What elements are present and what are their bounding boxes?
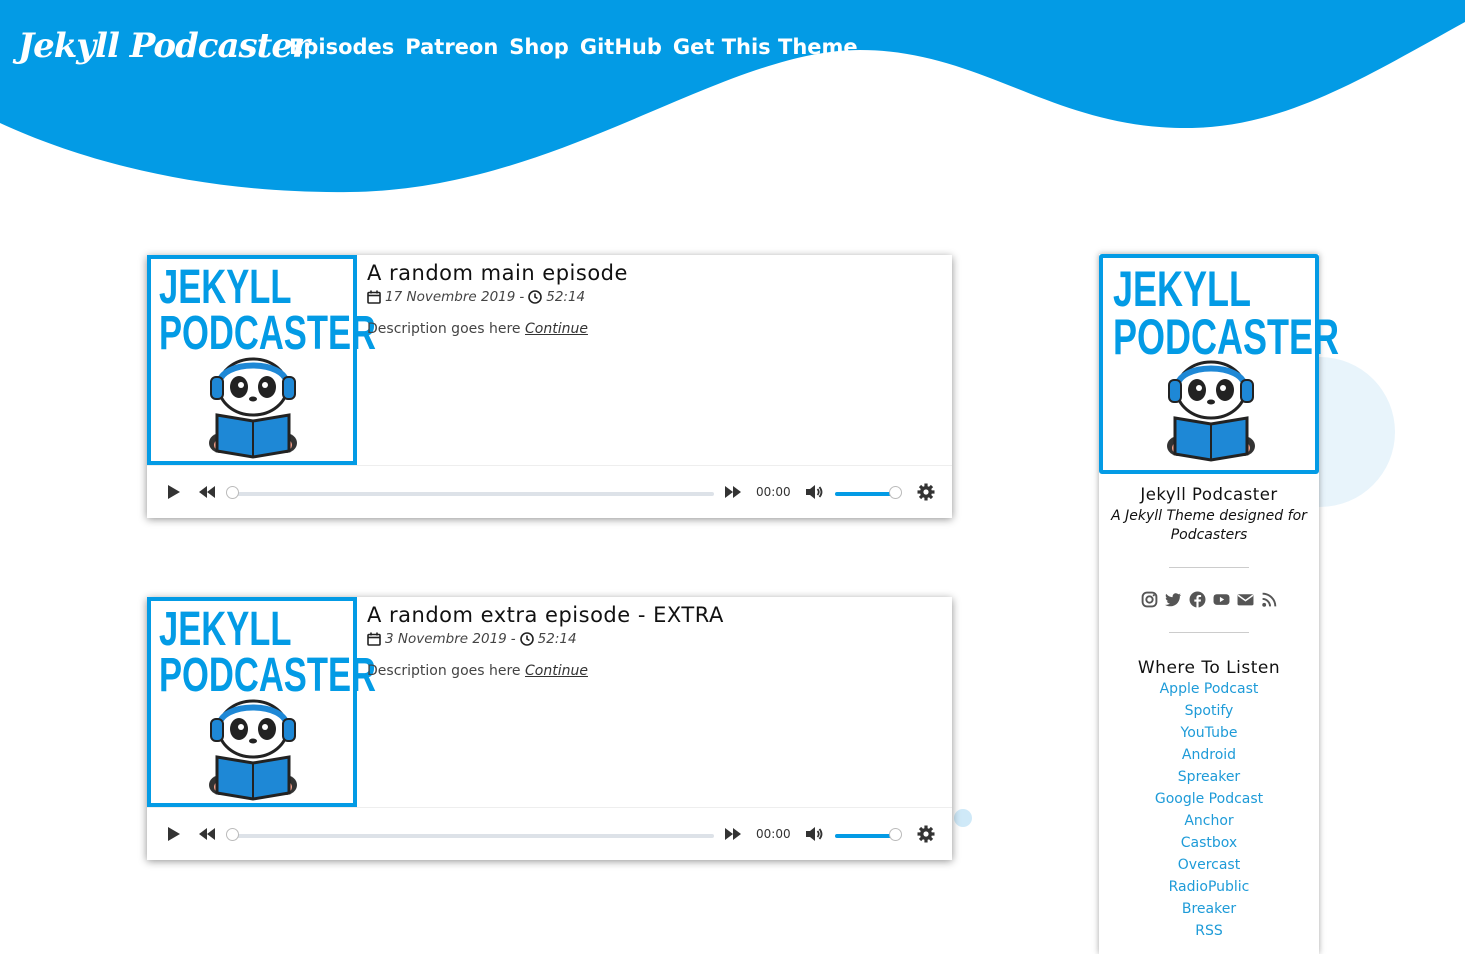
episode-title[interactable]: A random extra episode - EXTRA (367, 603, 942, 627)
fast-forward-icon[interactable] (723, 824, 743, 844)
nav-shop[interactable]: Shop (509, 35, 569, 59)
seek-bar[interactable] (226, 486, 714, 499)
listen-link-google-podcast[interactable]: Google Podcast (1099, 790, 1319, 812)
episode-duration: 52:14 (537, 631, 577, 647)
volume-icon[interactable] (804, 824, 824, 844)
podcast-name: Jekyll Podcaster (1140, 485, 1278, 504)
decorative-dot (954, 809, 972, 827)
episode-card: JEKYLL PODCASTER A random main episode 1… (147, 255, 952, 518)
settings-gear-icon[interactable] (916, 482, 936, 502)
panda-mascot-icon (1167, 360, 1255, 462)
rewind-icon[interactable] (197, 482, 217, 502)
calendar-icon (367, 632, 381, 646)
divider (1169, 567, 1249, 568)
episode-title[interactable]: A random main episode (367, 261, 942, 285)
current-time: 00:00 (756, 485, 791, 499)
meta-separator: - (510, 631, 516, 647)
episode-meta: 17 Novembre 2019 - 52:14 (367, 289, 942, 305)
clock-icon (528, 290, 543, 304)
where-to-listen-heading: Where To Listen (1137, 658, 1281, 678)
divider (1169, 632, 1249, 633)
listen-link-breaker[interactable]: Breaker (1099, 900, 1319, 922)
meta-separator: - (519, 289, 525, 305)
nav-get-theme[interactable]: Get This Theme (673, 35, 858, 59)
volume-icon[interactable] (804, 482, 824, 502)
volume-slider[interactable] (835, 486, 902, 499)
main-nav: Episodes Patreon Shop GitHub Get This Th… (289, 35, 858, 59)
episode-description-text: Description goes here (367, 663, 521, 679)
rss-icon[interactable] (1261, 591, 1278, 608)
seek-handle[interactable] (226, 828, 239, 841)
listen-link-spotify[interactable]: Spotify (1099, 702, 1319, 724)
listen-link-castbox[interactable]: Castbox (1099, 834, 1319, 856)
email-icon[interactable] (1237, 591, 1254, 608)
cover-text-line2: PODCASTER (1113, 308, 1340, 365)
clock-icon (519, 632, 534, 646)
podcast-cover-art: JEKYLL PODCASTER (1099, 254, 1339, 474)
twitter-icon[interactable] (1164, 591, 1182, 608)
listen-link-android[interactable]: Android (1099, 746, 1319, 768)
sidebar: JEKYLL PODCASTER Jekyll Podcaster A Jeky… (1099, 254, 1339, 954)
podcast-tagline: A Jekyll Theme designed for Podcasters (1111, 508, 1307, 543)
calendar-icon (367, 290, 381, 304)
listen-link-overcast[interactable]: Overcast (1099, 856, 1319, 878)
panda-mascot-icon (209, 699, 297, 801)
volume-handle[interactable] (889, 828, 902, 841)
episode-cover-art[interactable]: JEKYLL PODCASTER (147, 597, 376, 807)
listen-link-radiopublic[interactable]: RadioPublic (1099, 878, 1319, 900)
panda-mascot-icon (209, 357, 297, 459)
play-icon[interactable] (163, 482, 183, 502)
play-icon[interactable] (163, 824, 183, 844)
volume-slider[interactable] (835, 828, 902, 841)
episode-description: Description goes here Continue (367, 321, 942, 337)
current-time: 00:00 (756, 827, 791, 841)
episode-cover-art[interactable]: JEKYLL PODCASTER (147, 255, 376, 465)
social-links (1099, 591, 1319, 608)
nav-patreon[interactable]: Patreon (405, 35, 498, 59)
youtube-icon[interactable] (1213, 591, 1230, 608)
episode-duration: 52:14 (546, 289, 586, 305)
cover-text-line2: PODCASTER (159, 648, 376, 702)
continue-link[interactable]: Continue (525, 321, 588, 337)
episode-date: 17 Novembre 2019 (385, 289, 516, 305)
episode-card: JEKYLL PODCASTER A random extra episode … (147, 597, 952, 860)
continue-link[interactable]: Continue (525, 663, 588, 679)
nav-episodes[interactable]: Episodes (289, 35, 394, 59)
episode-description: Description goes here Continue (367, 663, 942, 679)
site-logo[interactable]: Jekyll Podcaster (18, 26, 310, 66)
audio-player: 00:00 (147, 465, 952, 518)
cover-text-line1: JEKYLL (1113, 261, 1252, 317)
listen-link-anchor[interactable]: Anchor (1099, 812, 1319, 834)
listen-link-youtube[interactable]: YouTube (1099, 724, 1319, 746)
listen-link-spreaker[interactable]: Spreaker (1099, 768, 1319, 790)
settings-gear-icon[interactable] (916, 824, 936, 844)
instagram-icon[interactable] (1141, 591, 1158, 608)
listen-link-apple-podcast[interactable]: Apple Podcast (1099, 680, 1319, 702)
seek-handle[interactable] (226, 486, 239, 499)
cover-text-line1: JEKYLL (159, 261, 292, 314)
episode-description-text: Description goes here (367, 321, 521, 337)
nav-github[interactable]: GitHub (580, 35, 662, 59)
cover-text-line1: JEKYLL (159, 603, 292, 656)
episode-meta: 3 Novembre 2019 - 52:14 (367, 631, 942, 647)
cover-text-line2: PODCASTER (159, 306, 376, 360)
volume-handle[interactable] (889, 486, 902, 499)
fast-forward-icon[interactable] (723, 482, 743, 502)
audio-player: 00:00 (147, 807, 952, 860)
episode-date: 3 Novembre 2019 (385, 631, 507, 647)
facebook-icon[interactable] (1189, 591, 1206, 608)
listen-link-rss[interactable]: RSS (1099, 922, 1319, 944)
listen-links: Apple Podcast Spotify YouTube Android Sp… (1099, 680, 1319, 944)
rewind-icon[interactable] (197, 824, 217, 844)
seek-bar[interactable] (226, 828, 714, 841)
